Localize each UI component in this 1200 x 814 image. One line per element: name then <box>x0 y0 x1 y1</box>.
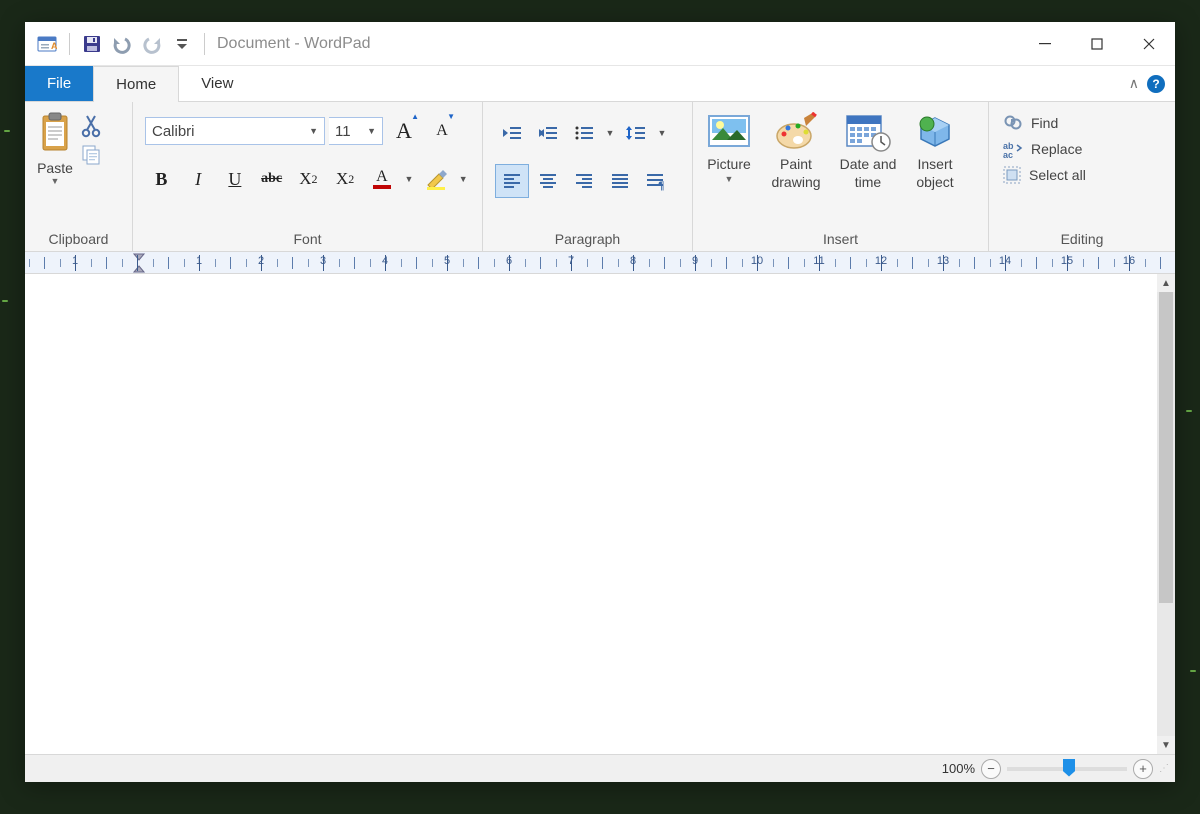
app-icon: A <box>33 30 61 58</box>
minimize-ribbon-button[interactable]: ∧ <box>1129 75 1139 92</box>
grow-font-button[interactable]: A▲ <box>387 114 421 148</box>
vertical-scrollbar[interactable]: ▲ ▼ <box>1157 274 1175 754</box>
superscript-button[interactable]: X2 <box>329 162 362 196</box>
font-size-combo[interactable]: 11 ▼ <box>329 117 383 145</box>
paragraph-group-label: Paragraph <box>491 227 684 251</box>
ribbon-tabs: File Home View ∧ ? <box>25 66 1175 102</box>
minimize-button[interactable] <box>1019 22 1071 66</box>
ruler[interactable]: 211234567891011121314151617 <box>25 252 1175 274</box>
bold-button[interactable]: B <box>145 162 178 196</box>
zoom-value: 100% <box>942 761 975 776</box>
qat-customize-button[interactable] <box>168 30 196 58</box>
save-button[interactable] <box>78 30 106 58</box>
picture-dropdown[interactable]: ▼ <box>725 174 734 184</box>
editing-group-label: Editing <box>997 227 1167 251</box>
quick-access-toolbar: A <box>33 30 211 58</box>
svg-text:A: A <box>51 41 57 51</box>
increase-indent-button[interactable] <box>531 116 565 150</box>
scroll-thumb[interactable] <box>1159 292 1173 603</box>
scroll-up-icon[interactable]: ▲ <box>1157 274 1175 292</box>
tab-home[interactable]: Home <box>93 66 179 102</box>
group-paragraph: ▼ ▼ <box>483 102 693 251</box>
strikethrough-button[interactable]: abc <box>255 162 288 196</box>
decrease-indent-button[interactable] <box>495 116 529 150</box>
clipboard-group-label: Clipboard <box>33 227 124 251</box>
group-editing: Find abac Replace Select all Editing <box>989 102 1175 251</box>
window-title: Document - WordPad <box>217 35 371 53</box>
font-color-dropdown[interactable]: ▼ <box>402 162 415 196</box>
find-button[interactable]: Find <box>1003 114 1161 132</box>
bullet-list-button[interactable] <box>567 116 601 150</box>
status-bar: 100% − + ⋰ <box>25 754 1175 782</box>
insert-datetime-label: Date and time <box>835 156 901 191</box>
close-button[interactable] <box>1123 22 1175 66</box>
redo-button[interactable] <box>138 30 166 58</box>
svg-text:ac: ac <box>1003 150 1013 158</box>
insert-object-button[interactable]: Insert object <box>907 112 963 227</box>
zoom-thumb[interactable] <box>1063 759 1075 777</box>
highlight-button[interactable] <box>420 162 453 196</box>
paste-button[interactable] <box>37 112 73 156</box>
copy-button[interactable] <box>81 144 101 166</box>
insert-group-label: Insert <box>701 227 980 251</box>
tab-file[interactable]: File <box>25 66 93 101</box>
zoom-in-button[interactable]: + <box>1133 759 1153 779</box>
insert-datetime-button[interactable]: Date and time <box>835 112 901 227</box>
font-name-combo[interactable]: Calibri ▼ <box>145 117 325 145</box>
insert-paint-button[interactable]: Paint drawing <box>763 112 829 227</box>
align-justify-button[interactable] <box>603 164 637 198</box>
tab-view[interactable]: View <box>179 66 255 101</box>
highlight-dropdown[interactable]: ▼ <box>456 162 469 196</box>
zoom-slider[interactable] <box>1007 767 1127 771</box>
bullet-list-dropdown[interactable]: ▼ <box>603 116 617 150</box>
resize-grip-icon[interactable]: ⋰ <box>1159 763 1167 774</box>
select-all-label: Select all <box>1029 167 1086 183</box>
group-insert: Picture ▼ Paint drawing Date and time In… <box>693 102 989 251</box>
align-left-button[interactable] <box>495 164 529 198</box>
insert-object-label: Insert object <box>907 156 963 191</box>
zoom-out-button[interactable]: − <box>981 759 1001 779</box>
subscript-button[interactable]: X2 <box>292 162 325 196</box>
paragraph-settings-button[interactable]: ¶ <box>639 164 673 198</box>
maximize-button[interactable] <box>1071 22 1123 66</box>
undo-button[interactable] <box>108 30 136 58</box>
paste-dropdown[interactable]: ▼ <box>51 176 60 186</box>
help-button[interactable]: ? <box>1147 75 1165 93</box>
ribbon: Paste ▼ Clipboard <box>25 102 1175 252</box>
font-group-label: Font <box>141 227 474 251</box>
font-name-value: Calibri <box>152 123 195 140</box>
insert-picture-label: Picture <box>707 156 751 174</box>
group-clipboard: Paste ▼ Clipboard <box>25 102 133 251</box>
wordpad-window: A Document - WordPad File Hom <box>25 22 1175 782</box>
document-canvas[interactable] <box>25 274 1157 754</box>
window-controls <box>1019 22 1175 66</box>
group-font: Calibri ▼ 11 ▼ A▲ A▼ <box>133 102 483 251</box>
line-spacing-dropdown[interactable]: ▼ <box>655 116 669 150</box>
replace-label: Replace <box>1031 141 1082 157</box>
insert-paint-label: Paint drawing <box>763 156 829 191</box>
align-center-button[interactable] <box>531 164 565 198</box>
line-spacing-button[interactable] <box>619 116 653 150</box>
select-all-button[interactable]: Select all <box>1003 166 1161 184</box>
find-label: Find <box>1031 115 1058 131</box>
svg-text:¶: ¶ <box>658 178 664 191</box>
insert-picture-button[interactable]: Picture ▼ <box>701 112 757 227</box>
shrink-font-button[interactable]: A▼ <box>425 114 459 148</box>
indent-marker-icon[interactable] <box>133 252 145 274</box>
underline-button[interactable]: U <box>219 162 252 196</box>
cut-button[interactable] <box>81 114 101 138</box>
paste-label: Paste <box>37 160 73 176</box>
italic-button[interactable]: I <box>182 162 215 196</box>
title-bar: A Document - WordPad <box>25 22 1175 66</box>
scroll-down-icon[interactable]: ▼ <box>1157 736 1175 754</box>
work-area: ▲ ▼ <box>25 274 1175 754</box>
font-size-value: 11 <box>335 123 351 140</box>
replace-button[interactable]: abac Replace <box>1003 140 1161 158</box>
font-color-button[interactable]: A <box>366 162 399 196</box>
align-right-button[interactable] <box>567 164 601 198</box>
